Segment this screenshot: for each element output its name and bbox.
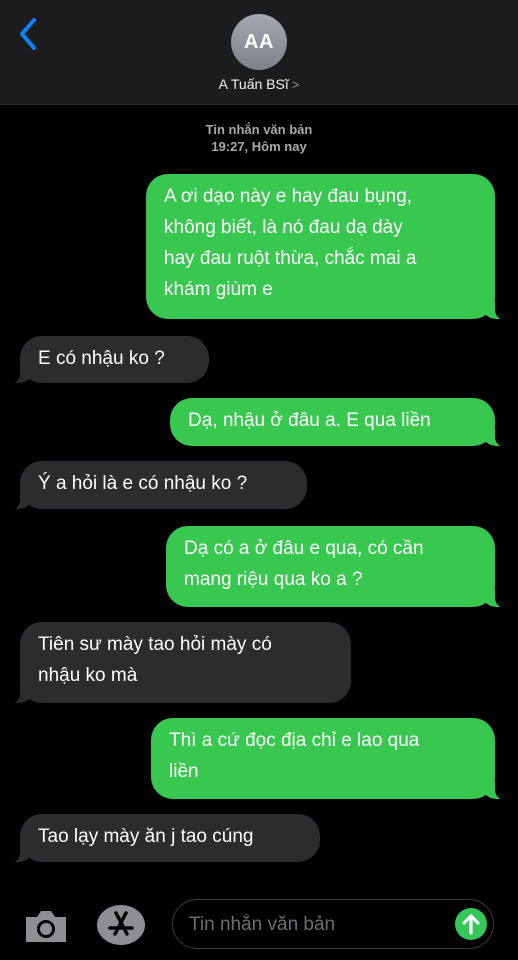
send-button[interactable] (455, 908, 487, 940)
back-button[interactable] (14, 14, 46, 54)
thread-timestamp: 19:27, Hôm nay (211, 139, 307, 154)
chevron-right-icon: > (291, 77, 300, 92)
message-text: Dạ có a ở đâu e qua, có cần mang riệu qu… (184, 538, 424, 590)
message-text: Dạ, nhậu ở đâu a. E qua liền (188, 410, 431, 431)
message-text: Thì a cứ đọc địa chỉ e lao qua liền (169, 730, 420, 782)
contact-name-row[interactable]: A Tuấn BSĩ > (0, 76, 518, 92)
message-bubble-incoming[interactable]: Tao lạy mày ăn j tao cúng (8, 814, 320, 863)
chevron-left-icon (20, 18, 36, 50)
message-bubble-outgoing[interactable]: Thì a cứ đọc địa chỉ e lao qua liền (151, 718, 507, 800)
message-bubble-outgoing[interactable]: Dạ, nhậu ở đâu a. E qua liền (170, 398, 507, 447)
conversation-header: AA A Tuấn BSĩ > (0, 0, 518, 105)
app-store-icon (97, 905, 145, 945)
message-bubble-incoming[interactable]: E có nhậu ko ? (8, 336, 209, 384)
message-bubble-outgoing[interactable]: A ơi dạo này e hay đau bụng, không biết,… (146, 174, 507, 320)
thread-meta: Tin nhắn văn bản 19:27, Hôm nay (0, 122, 518, 154)
camera-icon (26, 911, 66, 942)
camera-button[interactable] (22, 906, 70, 946)
contact-name: A Tuấn BSĩ (218, 76, 289, 92)
message-input[interactable] (187, 908, 451, 942)
service-label: Tin nhắn văn bản (205, 122, 313, 137)
message-text: Tao lạy mày ăn j tao cúng (38, 826, 254, 847)
message-text: A ơi dạo này e hay đau bụng, không biết,… (164, 186, 417, 300)
message-bubble-incoming[interactable]: Tiên sư mày tao hỏi mày có nhậu ko mà (8, 622, 351, 704)
message-input-container[interactable] (172, 899, 494, 949)
message-bubble-outgoing[interactable]: Dạ có a ở đâu e qua, có cần mang riệu qu… (166, 526, 507, 608)
message-bubble-incoming[interactable]: Ý a hỏi là e có nhậu ko ? (8, 461, 307, 510)
message-text: Ý a hỏi là e có nhậu ko ? (38, 473, 248, 494)
message-text: E có nhậu ko ? (38, 348, 165, 369)
app-store-button[interactable] (96, 903, 146, 947)
message-text: Tiên sư mày tao hỏi mày có nhậu ko mà (38, 634, 272, 686)
arrow-up-icon (462, 914, 480, 935)
contact-avatar[interactable]: AA (231, 14, 287, 70)
